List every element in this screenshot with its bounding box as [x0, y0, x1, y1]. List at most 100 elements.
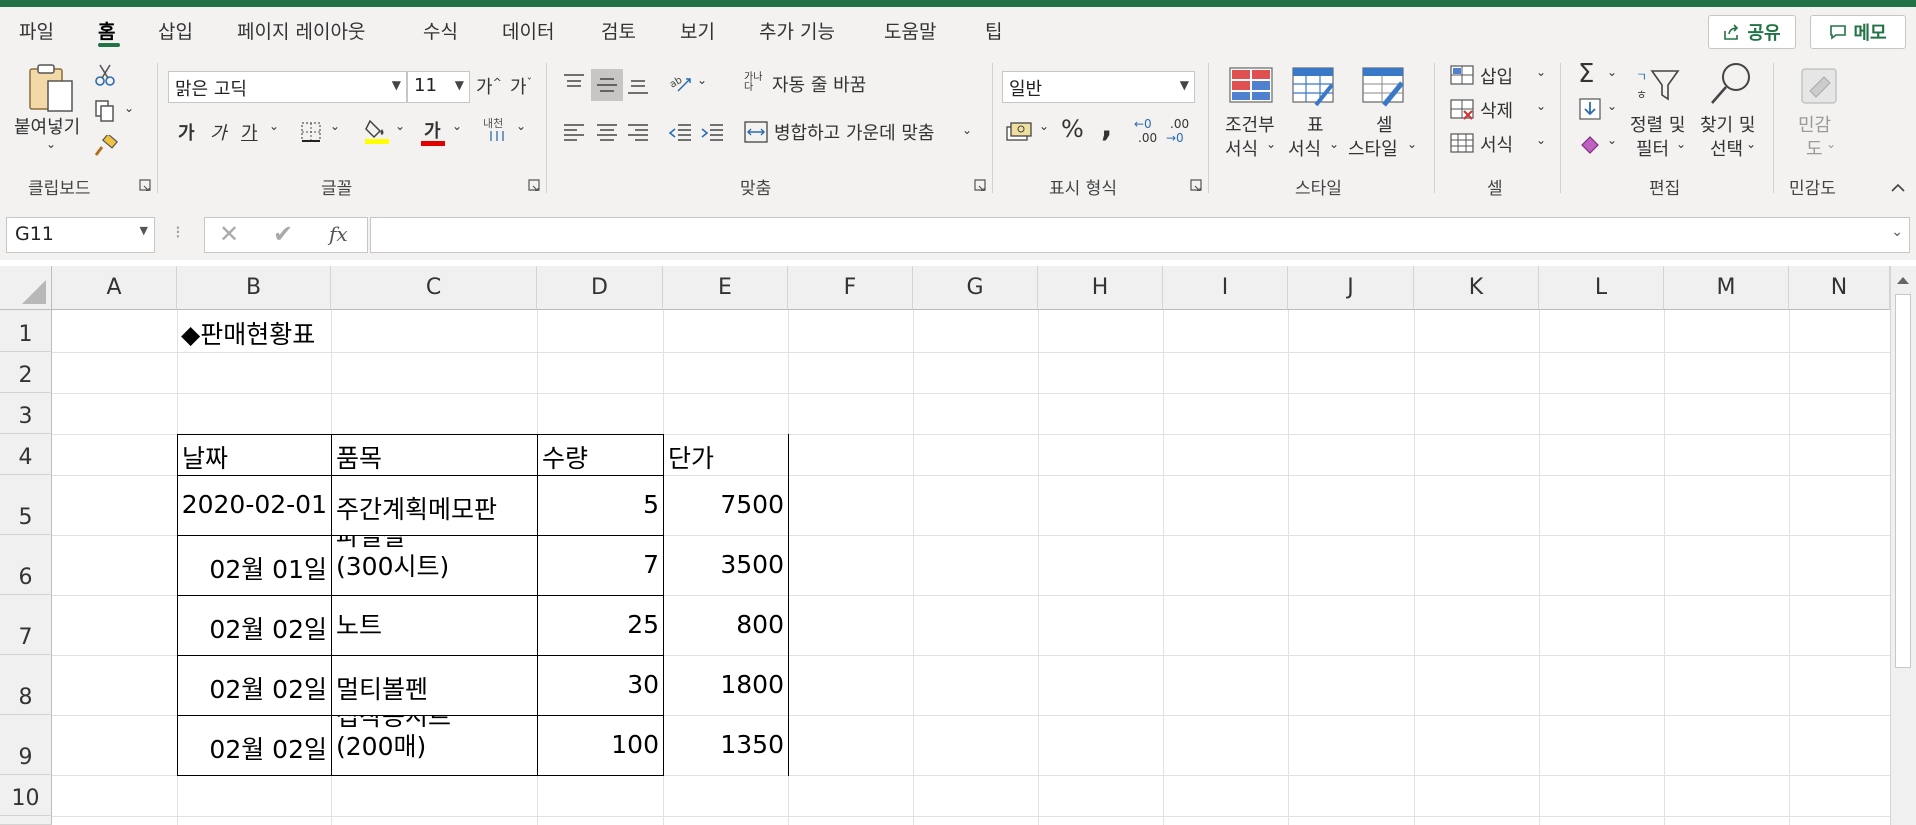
table-row-qty[interactable]: 5 [538, 490, 659, 519]
grow-font-button[interactable]: 가^ [476, 73, 502, 99]
decrease-decimal-button[interactable]: .00 →0 [1166, 117, 1194, 147]
autosum-button[interactable]: Σ [1578, 59, 1594, 89]
column-header-I[interactable]: I [1163, 266, 1288, 310]
fill-color-icon[interactable] [364, 117, 390, 145]
copy-icon[interactable] [94, 99, 116, 123]
cancel-icon[interactable]: ✕ [219, 220, 239, 248]
merge-center-button[interactable]: 병합하고 가운데 맞춤 [744, 119, 974, 149]
borders-icon[interactable] [300, 121, 322, 143]
italic-button[interactable]: 가 [210, 119, 227, 145]
underline-dropdown-arrow[interactable]: ⌄ [269, 119, 279, 133]
wrap-text-button[interactable]: 가나다 자동 줄 바꿈 [744, 71, 894, 101]
select-all-button[interactable] [0, 266, 52, 310]
column-header-F[interactable]: F [788, 266, 913, 310]
format-cells-button[interactable]: 서식 ⌄ [1450, 131, 1562, 159]
expand-formula-icon[interactable]: ⌄ [1891, 224, 1903, 240]
copy-dropdown-arrow[interactable]: ⌄ [124, 101, 134, 115]
borders-dropdown-arrow[interactable]: ⌄ [330, 119, 340, 133]
header-qty-cell[interactable]: 수량 [542, 439, 588, 475]
scroll-up-icon[interactable] [1896, 274, 1910, 286]
row-header-1[interactable]: 1 [0, 310, 52, 352]
orientation-icon[interactable]: ab [668, 71, 694, 95]
decrease-indent-icon[interactable] [668, 123, 692, 143]
merge-center-dropdown-arrow[interactable]: ⌄ [962, 123, 972, 137]
header-price-cell[interactable]: 단가 [668, 439, 714, 475]
font-launcher-icon[interactable] [528, 179, 540, 191]
row-header-11[interactable] [0, 816, 52, 825]
share-button[interactable]: 공유 [1708, 15, 1796, 49]
table-row-date[interactable]: 02월 01일 [178, 550, 327, 586]
tab-tips[interactable]: 팁 [985, 17, 1002, 44]
insert-cells-button[interactable]: 삽입 ⌄ [1450, 63, 1562, 91]
column-header-H[interactable]: H [1038, 266, 1163, 310]
tab-home[interactable]: 홈 [98, 17, 115, 44]
table-row-date[interactable]: 2020-02-01 [178, 490, 327, 519]
delete-cells-button[interactable]: 삭제 ⌄ [1450, 97, 1562, 125]
column-header-K[interactable]: K [1414, 266, 1539, 310]
table-row-price[interactable]: 800 [664, 610, 784, 639]
vertical-scrollbar[interactable] [1890, 266, 1916, 825]
tab-file[interactable]: 파일 [19, 17, 54, 44]
table-row-item[interactable]: 멀티볼펜 [336, 670, 428, 706]
scrollbar-thumb[interactable] [1895, 294, 1911, 668]
tab-review[interactable]: 검토 [601, 17, 636, 44]
table-row-item[interactable]: 주간계획메모판 [336, 490, 497, 526]
fill-dropdown-arrow[interactable]: ⌄ [1607, 99, 1617, 113]
align-middle-icon[interactable] [596, 75, 618, 95]
tab-help[interactable]: 도움말 [884, 17, 936, 44]
row-header-5[interactable]: 5 [0, 475, 52, 535]
table-row-price[interactable]: 1350 [664, 730, 784, 759]
table-row-price[interactable]: 3500 [664, 550, 784, 579]
column-header-D[interactable]: D [537, 266, 663, 310]
memo-button[interactable]: 메모 [1810, 15, 1906, 49]
shrink-font-button[interactable]: 가ˇ [510, 73, 532, 99]
column-header-A[interactable]: A [52, 266, 177, 310]
accounting-format-icon[interactable] [1006, 121, 1032, 143]
table-row-qty[interactable]: 30 [538, 670, 659, 699]
increase-decimal-button[interactable]: ←0 .00 [1134, 117, 1162, 147]
header-item-cell[interactable]: 품목 [336, 439, 382, 475]
clipboard-launcher-icon[interactable] [139, 179, 151, 191]
clear-dropdown-arrow[interactable]: ⌄ [1607, 133, 1617, 147]
autosum-dropdown-arrow[interactable]: ⌄ [1607, 65, 1617, 79]
table-row-qty[interactable]: 7 [538, 550, 659, 579]
name-box[interactable]: G11 ▼ [6, 217, 155, 253]
accounting-dropdown-arrow[interactable]: ⌄ [1039, 119, 1049, 133]
table-row-price[interactable]: 7500 [664, 490, 784, 519]
tab-addins[interactable]: 추가 기능 [759, 17, 835, 44]
column-header-J[interactable]: J [1288, 266, 1414, 310]
tab-data[interactable]: 데이터 [502, 17, 554, 44]
orientation-dropdown-arrow[interactable]: ⌄ [697, 73, 707, 87]
font-color-dropdown-arrow[interactable]: ⌄ [452, 119, 462, 133]
align-right-icon[interactable] [627, 123, 649, 143]
bold-button[interactable]: 가 [178, 119, 195, 145]
row-header-9[interactable]: 9 [0, 715, 52, 775]
number-launcher-icon[interactable] [1190, 179, 1202, 191]
clear-icon[interactable] [1578, 131, 1604, 155]
align-center-icon[interactable] [596, 123, 618, 143]
font-size-select[interactable]: 11 ▼ [407, 71, 470, 103]
tab-insert[interactable]: 삽입 [158, 17, 193, 44]
row-header-3[interactable]: 3 [0, 393, 52, 434]
table-row-date[interactable]: 02월 02일 [178, 670, 327, 706]
comma-style-button[interactable]: , [1101, 109, 1112, 144]
number-format-select[interactable]: 일반 ▼ [1002, 71, 1195, 103]
table-row-date[interactable]: 02월 02일 [178, 610, 327, 646]
row-header-4[interactable]: 4 [0, 434, 52, 475]
format-painter-icon[interactable] [94, 135, 118, 159]
column-header-E[interactable]: E [663, 266, 788, 310]
row-header-8[interactable]: 8 [0, 655, 52, 715]
insert-function-button[interactable]: fx [329, 222, 348, 246]
increase-indent-icon[interactable] [700, 123, 724, 143]
formula-input[interactable]: ⌄ [370, 217, 1910, 253]
column-header-G[interactable]: G [913, 266, 1038, 310]
align-top-icon[interactable] [563, 73, 585, 93]
font-name-select[interactable]: 맑은 고딕 ▼ [168, 71, 407, 103]
alignment-launcher-icon[interactable] [974, 179, 986, 191]
phonetic-dropdown-arrow[interactable]: ⌄ [516, 119, 526, 133]
row-header-10[interactable]: 10 [0, 775, 52, 816]
column-header-C[interactable]: C [331, 266, 537, 310]
tab-view[interactable]: 보기 [680, 17, 715, 44]
collapse-ribbon-icon[interactable] [1890, 181, 1906, 193]
row-header-7[interactable]: 7 [0, 595, 52, 655]
